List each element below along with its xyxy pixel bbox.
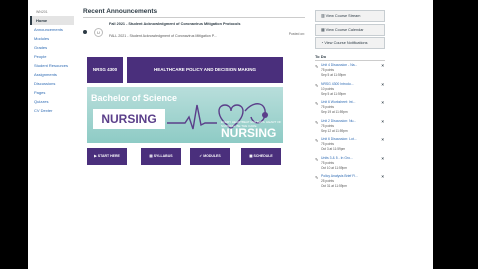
announcement-avatar-icon: U <box>94 28 103 37</box>
assignment-icon: ✎ <box>315 156 319 162</box>
right-sidebar: ▥ View Course Stream ▦ View Course Calen… <box>315 10 385 193</box>
banner-buttons: ▶ START HERE ▤ SYLLABUS ✓ MODULES ▦ SCHE… <box>87 148 283 165</box>
todo-title[interactable]: Units 3 & 5 - In Gro... <box>321 156 377 160</box>
todo-due: Oct 3 at 11:59pm <box>321 147 346 151</box>
todo-title[interactable]: Policy Analysis Brief Fi... <box>321 174 377 178</box>
discussion-icon: ✎ <box>315 119 319 125</box>
todo-due: Oct 31 at 11:59pm <box>321 184 347 188</box>
nav-announcements[interactable]: Announcements <box>28 25 76 34</box>
todo-item[interactable]: ✎ Units 3 & 5 - In Gro... 75 points Oct … <box>315 156 385 175</box>
main-content: Recent Announcements U Fall 2021 - Stude… <box>83 8 305 43</box>
assignment-icon: ✎ <box>315 101 319 106</box>
todo-title[interactable]: Unit 6 Worksheet: Int... <box>321 100 377 104</box>
announcement-posted-label: Posted on: <box>288 32 305 36</box>
course-banner: NRSG 4300 HEALTHCARE POLICY AND DECISION… <box>87 57 283 165</box>
course-code: NRSG 4300 <box>87 57 123 83</box>
bell-icon: ◔ <box>321 41 324 45</box>
todo-points: 25 points <box>321 179 334 183</box>
todo-due: Sep 5 at 11:59pm <box>321 73 346 77</box>
syllabus-button[interactable]: ▤ SYLLABUS <box>141 148 181 165</box>
todo-points: 75 points <box>321 160 334 165</box>
discussion-icon: ✎ <box>315 138 319 143</box>
todo-item[interactable]: ✎ Unit 6 Discussion: Lot... 75 points Oc… <box>315 137 385 156</box>
todo-item[interactable]: ✎ Policy Analysis Brief Fi... 25 points … <box>315 174 385 193</box>
dismiss-icon[interactable]: × <box>381 156 384 161</box>
announcement-item[interactable]: U Fall 2021 - Student Acknowledgment of … <box>83 21 305 43</box>
dismiss-icon[interactable]: × <box>381 137 384 142</box>
todo-item[interactable]: ✎ Unit 2 Discussion: Nu... 75 points Sep… <box>315 119 385 138</box>
todo-points: 75 points <box>321 68 334 72</box>
view-course-calendar-button[interactable]: ▦ View Course Calendar <box>315 23 385 36</box>
todo-points: 75 points <box>321 142 334 146</box>
nav-discussions[interactable]: Discussions <box>28 79 76 88</box>
dismiss-icon[interactable]: × <box>381 174 384 179</box>
divider <box>83 17 305 18</box>
nav-pages[interactable]: Pages <box>28 88 76 97</box>
term-label: WN201 <box>36 10 48 14</box>
todo-title[interactable]: Unit 4 Discussion - Na... <box>321 63 377 67</box>
assignment-icon: ✎ <box>315 82 319 88</box>
nav-grades[interactable]: Grades <box>28 43 76 52</box>
divider <box>315 60 385 61</box>
nursing-logo-text: NURSING <box>93 109 165 129</box>
nursing-word: NURSING <box>221 126 277 140</box>
todo-title[interactable]: Unit 2 Discussion: Nu... <box>321 119 377 123</box>
todo-heading: To Do <box>315 54 327 59</box>
bachelor-text: Bachelor of Science <box>91 93 178 103</box>
todo-title[interactable]: Unit 6 Discussion: Lot... <box>321 137 377 141</box>
todo-points: 75 points <box>321 123 334 128</box>
announcement-preview: FALL 2021 - Student Acknowledgment of Co… <box>109 34 217 38</box>
todo-points: 10 points <box>321 86 334 91</box>
nav-quizzes[interactable]: Quizzes <box>28 97 76 106</box>
nav-assignments[interactable]: Assignments <box>28 70 76 79</box>
nav-home[interactable]: Home <box>30 16 74 25</box>
nav-cv-dexter[interactable]: CV Dexter <box>28 106 76 115</box>
todo-item[interactable]: ✎ NRSG 4300 Introdu... 10 points Sep 5 a… <box>315 82 385 101</box>
view-course-stream-button[interactable]: ▥ View Course Stream <box>315 10 385 22</box>
todo-due: Sep 12 at 11:59pm <box>321 128 348 133</box>
stream-icon: ▥ <box>321 14 325 18</box>
assignment-icon: ✎ <box>315 175 319 180</box>
course-nav: WN201 Home Announcements Modules Grades … <box>28 8 76 115</box>
course-name: HEALTHCARE POLICY AND DECISION MAKING <box>127 57 283 83</box>
nursing-banner-image: Bachelor of Science NURSING EVERY HEARTB… <box>87 87 283 143</box>
todo-item[interactable]: ✎ Unit 6 Worksheet: Int... 75 points Sep… <box>315 100 385 119</box>
dismiss-icon[interactable]: × <box>381 63 384 68</box>
todo-title[interactable]: NRSG 4300 Introdu... <box>321 82 377 86</box>
nav-modules[interactable]: Modules <box>28 34 76 43</box>
todo-points: 75 points <box>321 105 334 109</box>
view-course-notifications-button[interactable]: ◔ View Course Notifications <box>315 37 385 49</box>
dismiss-icon[interactable]: × <box>381 100 384 105</box>
dismiss-icon[interactable]: × <box>381 119 384 124</box>
app-window: WN201 Home Announcements Modules Grades … <box>28 0 433 269</box>
todo-due: Oct 10 at 11:59pm <box>321 165 347 170</box>
calendar-icon: ▦ <box>321 27 325 32</box>
start-here-button[interactable]: ▶ START HERE <box>87 148 127 165</box>
todo-due: Sep 19 at 11:59pm <box>321 110 348 114</box>
announcement-title[interactable]: Fall 2021 - Student Acknowledgment of Co… <box>109 22 259 27</box>
discussion-icon: ✎ <box>315 64 319 69</box>
modules-button[interactable]: ✓ MODULES <box>190 148 230 165</box>
schedule-button[interactable]: ▦ SCHEDULE <box>241 148 281 165</box>
dismiss-icon[interactable]: × <box>381 82 384 87</box>
recent-announcements-heading: Recent Announcements <box>83 8 158 15</box>
todo-item[interactable]: ✎ Unit 4 Discussion - Na... 75 points Se… <box>315 63 385 82</box>
unread-dot <box>83 30 87 34</box>
nav-student-resources[interactable]: Student Resources <box>28 61 76 70</box>
todo-due: Sep 5 at 11:59pm <box>321 91 346 96</box>
nav-people[interactable]: People <box>28 52 76 61</box>
